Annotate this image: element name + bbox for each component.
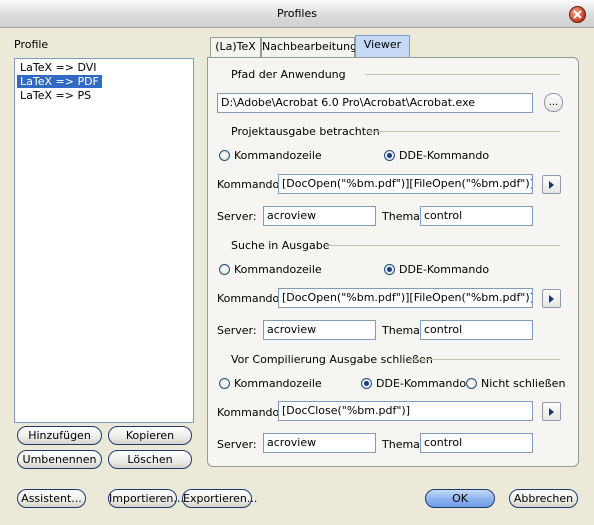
profile-list[interactable]: LaTeX => DVI LaTeX => PDF LaTeX => PS — [14, 58, 194, 423]
section-1-dde-radio[interactable] — [384, 150, 395, 161]
section-3-commandline-radio[interactable] — [219, 378, 230, 389]
arrow-right-icon — [549, 295, 554, 303]
add-profile-button[interactable]: Hinzufügen — [17, 426, 102, 445]
close-button[interactable] — [569, 6, 586, 23]
section-2-topic-input[interactable]: control — [420, 320, 533, 340]
tab-nachbearbeitung[interactable]: Nachbearbeitung — [261, 37, 357, 57]
section-2-command-input[interactable]: [DocOpen("%bm.pdf")][FileOpen("%bm.pdf")… — [278, 288, 533, 308]
tab-latex[interactable]: (La)TeX — [210, 37, 261, 57]
section-2-commandline-label[interactable]: Kommandozeile — [234, 263, 322, 276]
section-3-server-input[interactable]: acroview — [263, 433, 376, 453]
section-1-placeholder-menu-button[interactable] — [542, 175, 561, 194]
section-1-command-input[interactable]: [DocOpen("%bm.pdf")][FileOpen("%bm.pdf")… — [278, 174, 533, 194]
window-title: Profiles — [277, 7, 317, 20]
section-3-topic-input[interactable]: control — [420, 433, 533, 453]
section-3-commandline-label[interactable]: Kommandozeile — [234, 377, 322, 390]
section-1-commandline-radio[interactable] — [219, 150, 230, 161]
section-2-topic-label: Thema: — [382, 324, 424, 337]
section-3-placeholder-menu-button[interactable] — [542, 402, 561, 421]
section-3-divider — [410, 359, 560, 360]
profile-label: Profile — [14, 38, 49, 51]
section-3-topic-label: Thema: — [382, 438, 424, 451]
close-icon — [573, 10, 582, 19]
section-3-command-label: Kommando: — [217, 406, 283, 419]
section-1-server-input[interactable]: acroview — [263, 206, 376, 226]
app-path-input[interactable]: D:\Adobe\Acrobat 6.0 Pro\Acrobat\Acrobat… — [217, 93, 533, 113]
section-2-commandline-radio[interactable] — [219, 264, 230, 275]
section-2-dde-label[interactable]: DDE-Kommando — [399, 263, 489, 276]
cancel-button[interactable]: Abbrechen — [509, 489, 578, 508]
copy-profile-button[interactable]: Kopieren — [108, 426, 192, 445]
section-2-server-input[interactable]: acroview — [263, 320, 376, 340]
section-3-no-close-radio[interactable] — [466, 378, 477, 389]
browse-button[interactable]: ... — [544, 93, 563, 112]
app-path-divider — [365, 74, 560, 75]
profile-item-latex-ps[interactable]: LaTeX => PS — [17, 89, 94, 102]
section-2-divider — [325, 245, 560, 246]
section-2-heading: Suche in Ausgabe — [231, 239, 330, 252]
tab-viewer[interactable]: Viewer — [355, 35, 410, 58]
section-1-divider — [365, 131, 560, 132]
section-3-dde-label[interactable]: DDE-Kommando — [376, 377, 466, 390]
profile-item-latex-dvi[interactable]: LaTeX => DVI — [17, 61, 100, 74]
app-path-heading: Pfad der Anwendung — [231, 68, 346, 81]
arrow-right-icon — [549, 408, 554, 416]
profile-item-latex-pdf[interactable]: LaTeX => PDF — [17, 75, 102, 88]
section-1-command-label: Kommando: — [217, 178, 283, 191]
import-button[interactable]: Importieren... — [108, 489, 184, 508]
title-bar[interactable]: Profiles — [0, 0, 594, 28]
section-3-no-close-label[interactable]: Nicht schließen — [481, 377, 565, 390]
rename-profile-button[interactable]: Umbenennen — [17, 450, 102, 469]
section-1-topic-input[interactable]: control — [420, 206, 533, 226]
wizard-button[interactable]: Assistent... — [17, 489, 86, 508]
profiles-dialog: Profiles Profile LaTeX => DVI LaTeX => P… — [0, 0, 594, 525]
export-button[interactable]: Exportieren... — [182, 489, 257, 508]
section-3-dde-radio[interactable] — [361, 378, 372, 389]
section-3-heading: Vor Compilierung Ausgabe schließen — [231, 353, 433, 366]
section-1-server-label: Server: — [217, 210, 257, 223]
section-1-heading: Projektausgabe betrachten — [231, 125, 380, 138]
section-1-dde-label[interactable]: DDE-Kommando — [399, 149, 489, 162]
section-1-commandline-label[interactable]: Kommandozeile — [234, 149, 322, 162]
delete-profile-button[interactable]: Löschen — [108, 450, 192, 469]
section-2-placeholder-menu-button[interactable] — [542, 289, 561, 308]
section-3-command-input[interactable]: [DocClose("%bm.pdf")] — [278, 401, 533, 421]
section-2-dde-radio[interactable] — [384, 264, 395, 275]
section-2-server-label: Server: — [217, 324, 257, 337]
ok-button[interactable]: OK — [425, 489, 495, 508]
section-3-server-label: Server: — [217, 438, 257, 451]
section-2-command-label: Kommando: — [217, 292, 283, 305]
section-1-topic-label: Thema: — [382, 210, 424, 223]
arrow-right-icon — [549, 181, 554, 189]
